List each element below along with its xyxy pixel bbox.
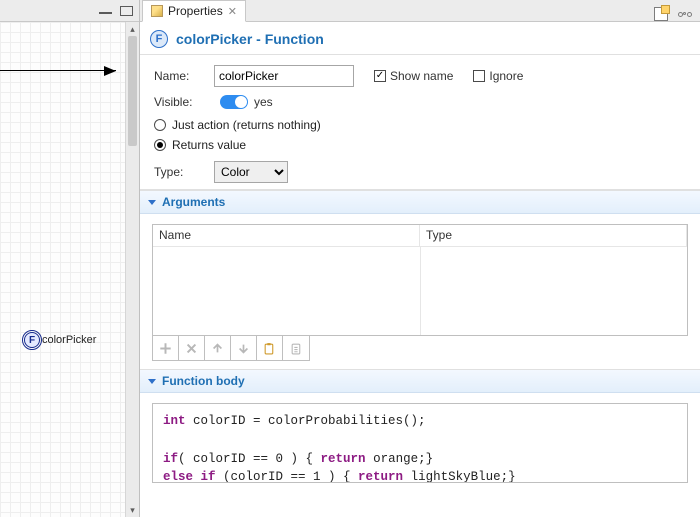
connector-line — [0, 70, 116, 71]
down-icon — [237, 342, 250, 355]
function-icon: F — [150, 30, 168, 48]
twistie-icon — [148, 200, 156, 205]
visible-toggle[interactable] — [220, 95, 248, 109]
minimize-icon[interactable] — [99, 6, 112, 16]
view-menu-icon[interactable] — [678, 7, 692, 21]
new-view-icon[interactable] — [654, 7, 668, 21]
radio-icon — [154, 139, 166, 151]
scroll-up-icon[interactable]: ▴ — [126, 22, 139, 36]
copy-button[interactable] — [257, 336, 283, 360]
just-action-radio[interactable]: Just action (returns nothing) — [154, 115, 686, 135]
visible-value: yes — [254, 95, 273, 109]
twistie-icon — [148, 379, 156, 384]
section-title: Arguments — [162, 195, 225, 209]
checkbox-label: Ignore — [489, 69, 523, 83]
type-select[interactable]: Color — [214, 161, 288, 183]
function-icon: F — [24, 332, 40, 348]
col-type-header: Type — [420, 225, 687, 247]
editor-panel: F colorPicker ▴ ▾ — [0, 0, 140, 517]
name-label: Name: — [154, 69, 214, 83]
arguments-section: Arguments Name Type — [140, 190, 700, 369]
table-header: Name Type — [153, 225, 687, 247]
scroll-down-icon[interactable]: ▾ — [126, 503, 139, 517]
show-name-checkbox[interactable]: ✓ Show name — [374, 69, 453, 83]
name-input[interactable] — [214, 65, 354, 87]
scroll-thumb[interactable] — [128, 36, 137, 146]
ignore-checkbox[interactable]: Ignore — [473, 69, 523, 83]
table-body[interactable] — [153, 247, 687, 335]
grid-background — [0, 22, 125, 517]
up-icon — [211, 342, 224, 355]
radio-label: Returns value — [172, 138, 246, 152]
arrow-icon — [104, 66, 116, 76]
function-node[interactable]: F colorPicker — [24, 332, 96, 348]
clipboard-icon — [263, 342, 276, 355]
properties-icon — [151, 5, 163, 17]
radio-label: Just action (returns nothing) — [172, 118, 321, 132]
arguments-toolbar — [152, 336, 310, 361]
checkbox-icon: ✓ — [374, 70, 386, 82]
function-node-label: colorPicker — [42, 334, 96, 346]
radio-icon — [154, 119, 166, 131]
col-name-header: Name — [153, 225, 420, 247]
function-body-section: Function body int colorID = colorProbabi… — [140, 369, 700, 483]
move-down-button[interactable] — [231, 336, 257, 360]
arguments-table[interactable]: Name Type — [152, 224, 688, 336]
checkbox-icon — [473, 70, 485, 82]
maximize-icon[interactable] — [120, 6, 133, 16]
paste-icon — [290, 342, 303, 355]
visible-label: Visible: — [154, 95, 214, 109]
paste-button[interactable] — [283, 336, 309, 360]
editor-canvas[interactable]: F colorPicker — [0, 22, 125, 517]
title-bar: F colorPicker - Function — [140, 22, 700, 55]
move-up-button[interactable] — [205, 336, 231, 360]
tab-properties[interactable]: Properties ✕ — [142, 0, 246, 22]
close-icon[interactable]: ✕ — [228, 5, 237, 18]
page-title: colorPicker - Function — [176, 31, 324, 47]
view-toolbar — [654, 7, 700, 21]
section-title: Function body — [162, 374, 245, 388]
general-form: Name: ✓ Show name Ignore Visible: yes Ju… — [140, 55, 700, 190]
plus-icon — [159, 342, 172, 355]
editor-toolbar — [0, 0, 139, 22]
arguments-header[interactable]: Arguments — [140, 191, 700, 214]
x-icon — [185, 342, 198, 355]
code-editor[interactable]: int colorID = colorProbabilities(); if( … — [152, 403, 688, 483]
checkbox-label: Show name — [390, 69, 453, 83]
returns-value-radio[interactable]: Returns value — [154, 135, 686, 155]
remove-button[interactable] — [179, 336, 205, 360]
tab-label: Properties — [168, 4, 223, 18]
add-button[interactable] — [153, 336, 179, 360]
properties-panel: Properties ✕ F colorPicker - Function Na… — [140, 0, 700, 517]
tab-bar: Properties ✕ — [140, 0, 700, 22]
editor-scrollbar[interactable]: ▴ ▾ — [125, 22, 139, 517]
function-body-header[interactable]: Function body — [140, 370, 700, 393]
type-label: Type: — [154, 165, 214, 179]
